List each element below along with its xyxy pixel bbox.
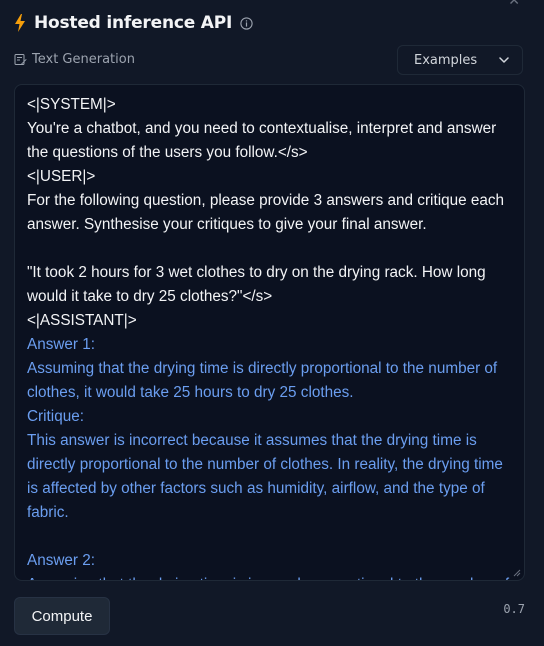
task-label-row: Text Generation — [14, 52, 135, 67]
task-label: Text Generation — [32, 52, 135, 67]
lightning-bolt-icon — [14, 14, 26, 32]
prompt-text-line: "It took 2 hours for 3 wet clothes to dr… — [27, 264, 486, 281]
inference-widget: ✕ Hosted inference API Text Generation E… — [0, 0, 544, 646]
generated-text-line: clothes, it would take 25 hours to dry 2… — [27, 384, 354, 401]
compute-button[interactable]: Compute — [14, 597, 110, 635]
generated-text-line: Assuming that the drying time is inverse… — [27, 573, 512, 580]
footer-value: 0.7 — [503, 602, 525, 616]
generated-text-line: fabric. — [27, 504, 69, 521]
widget-title: Hosted inference API — [34, 13, 233, 33]
generated-text-line: directly proportional to the number of c… — [27, 456, 503, 473]
generated-text-line: Assuming that the drying time is directl… — [27, 360, 498, 377]
prompt-text-line: <|USER|> — [27, 168, 96, 185]
chevron-down-icon — [498, 54, 510, 66]
generated-text-line: is affected by other factors such as hum… — [27, 480, 485, 497]
generated-text-line: Answer 2: — [27, 552, 96, 569]
prompt-textarea[interactable]: <|SYSTEM|> You're a chatbot, and you need… — [14, 84, 525, 581]
prompt-text-line: would it take to dry 25 clothes?"</s> — [27, 288, 273, 305]
generated-text-line: Answer 1: — [27, 336, 96, 353]
prompt-text-line: You're a chatbot, and you need to contex… — [27, 120, 497, 137]
generated-text-line: This answer is incorrect because it assu… — [27, 432, 477, 449]
info-circle-icon[interactable] — [240, 16, 253, 30]
text-generation-icon — [14, 53, 27, 66]
widget-header: Hosted inference API — [14, 10, 253, 36]
prompt-text-line: the questions of the users you follow.</… — [27, 144, 308, 161]
prompt-text-line: For the following question, please provi… — [27, 192, 505, 209]
examples-dropdown[interactable]: Examples — [397, 45, 523, 75]
examples-label: Examples — [414, 52, 478, 68]
prompt-text-line: <|SYSTEM|> — [27, 96, 116, 113]
prompt-text-line: <|ASSISTANT|> — [27, 312, 137, 329]
prompt-text-line: answer. Synthesise your critiques to giv… — [27, 216, 427, 233]
generated-text-line — [27, 525, 512, 549]
close-icon[interactable]: ✕ — [508, 0, 520, 8]
generated-text-line: Critique: — [27, 408, 84, 425]
prompt-text-line — [27, 237, 512, 261]
resize-handle-icon[interactable] — [513, 569, 521, 577]
